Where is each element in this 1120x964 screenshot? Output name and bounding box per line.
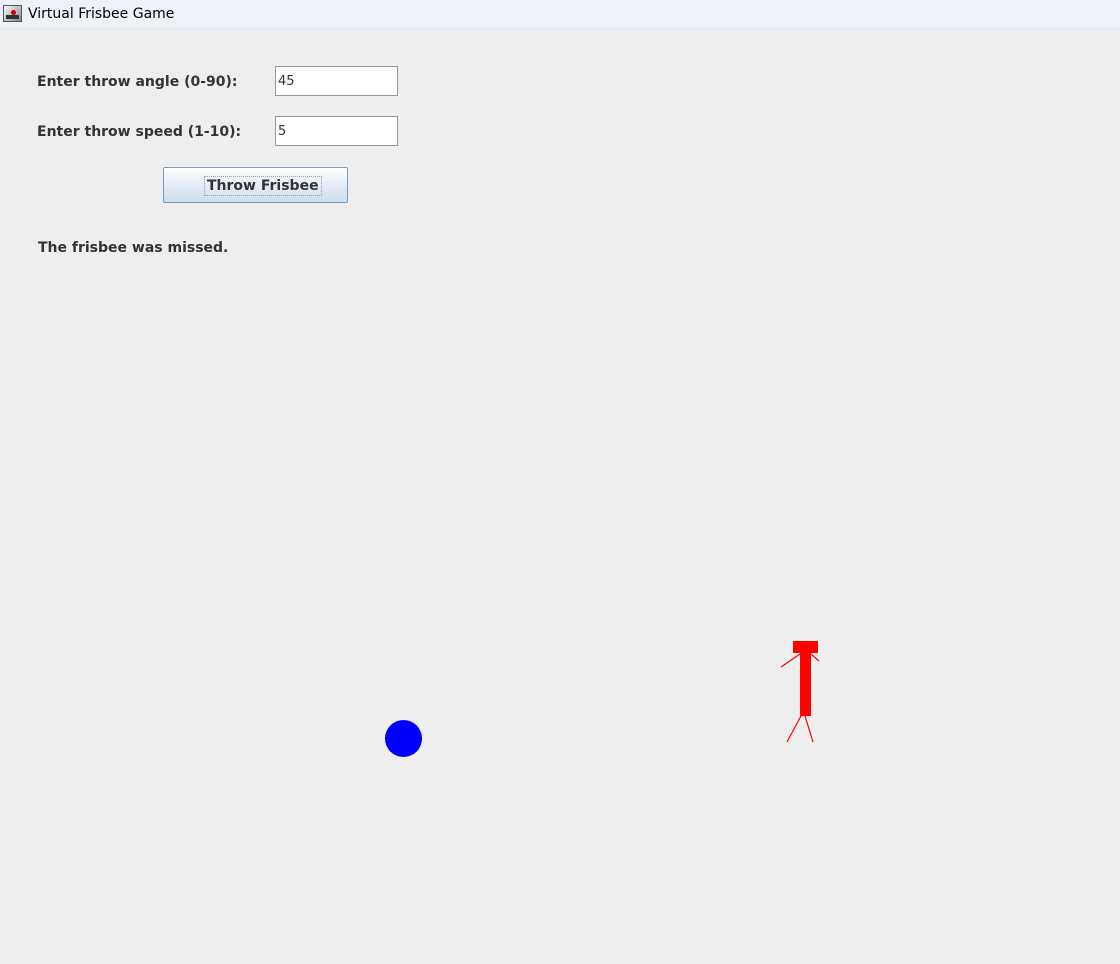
throw-frisbee-button[interactable]: Throw Frisbee: [163, 167, 348, 203]
player-right-leg: [804, 715, 814, 743]
title-bar[interactable]: Virtual Frisbee Game: [0, 0, 1120, 29]
player-left-arm: [780, 653, 801, 668]
game-panel: Enter throw angle (0-90): Enter throw sp…: [0, 29, 1120, 964]
angle-label: Enter throw angle (0-90):: [37, 74, 238, 90]
player-figure: [780, 641, 820, 743]
angle-input[interactable]: [275, 66, 398, 96]
player-left-leg: [786, 715, 802, 743]
speed-label: Enter throw speed (1-10):: [37, 124, 242, 140]
throw-frisbee-button-label: Throw Frisbee: [204, 176, 322, 196]
frisbee: [385, 720, 422, 757]
player-right-arm: [810, 653, 820, 662]
java-app-icon[interactable]: [3, 5, 22, 22]
window-title: Virtual Frisbee Game: [28, 6, 175, 22]
status-message: The frisbee was missed.: [38, 240, 229, 256]
speed-input[interactable]: [275, 116, 398, 146]
player-body: [800, 653, 811, 716]
player-head: [793, 641, 818, 653]
